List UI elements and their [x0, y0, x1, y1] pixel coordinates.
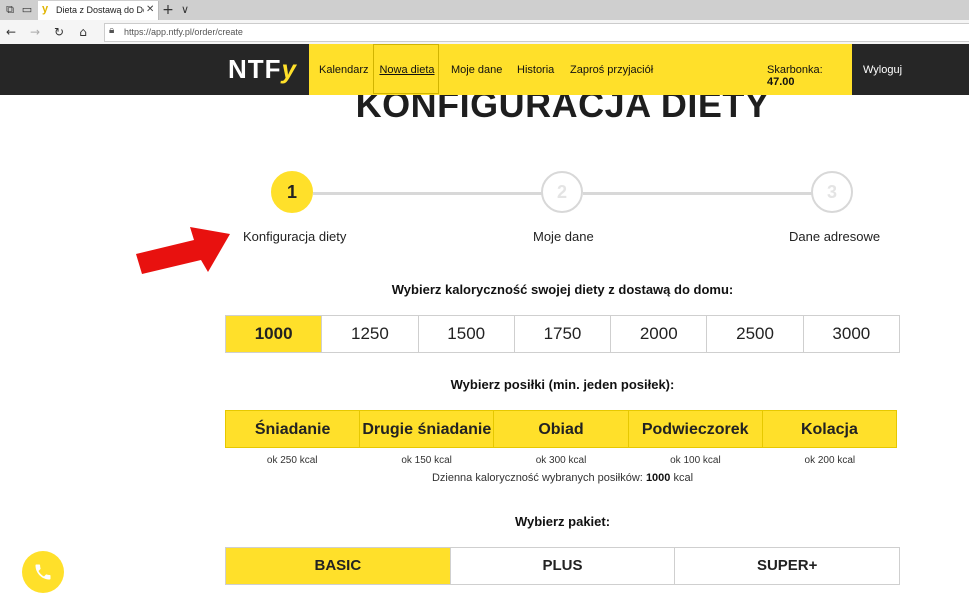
- nav-kalendarz[interactable]: Kalendarz: [319, 64, 369, 76]
- nav-zapros[interactable]: Zaproś przyjaciół: [570, 64, 653, 76]
- daily-calories-value: 1000: [645, 472, 671, 484]
- daily-calories-label: Dzienna kaloryczność wybranych posiłków:: [431, 472, 643, 484]
- meal-kcal: ok 300 kcal: [535, 455, 587, 466]
- calorie-option-2000[interactable]: 2000: [611, 316, 708, 352]
- page-title-wrap: KONFIGURACJA DIETY: [0, 95, 969, 135]
- daily-calories-unit: kcal: [673, 472, 694, 484]
- browser-tab-bar: ⧉ ▭ y Dieta z Dostawą do Dor ✕ + ∨: [0, 0, 969, 20]
- meal-sniadanie[interactable]: Śniadanie: [226, 411, 361, 447]
- meal-kcal: ok 150 kcal: [401, 455, 452, 466]
- url-text: https://app.ntfy.pl/order/create: [124, 27, 243, 37]
- step-2-circle: 2: [541, 171, 583, 213]
- package-super-plus[interactable]: SUPER+: [675, 548, 899, 584]
- phone-icon: [35, 564, 51, 580]
- new-tab-icon[interactable]: +: [161, 3, 175, 17]
- tab-actions-icon[interactable]: ⧉: [3, 3, 17, 17]
- meal-kcal: ok 200 kcal: [804, 455, 856, 466]
- site-header: NTFy Kalendarz Nowa dieta Moje dane Hist…: [0, 44, 969, 95]
- home-icon[interactable]: ⌂: [75, 24, 91, 40]
- logo[interactable]: NTFy: [228, 54, 297, 85]
- forward-icon[interactable]: →: [27, 24, 43, 40]
- logo-main: NTF: [228, 54, 282, 84]
- browser-tab[interactable]: y Dieta z Dostawą do Dor ✕: [38, 1, 159, 20]
- back-icon[interactable]: ←: [3, 24, 19, 40]
- calorie-heading: Wybierz kaloryczność swojej diety z dost…: [391, 282, 734, 297]
- calorie-option-1000[interactable]: 1000: [226, 316, 323, 352]
- nav-nowa-dieta[interactable]: Nowa dieta: [373, 44, 439, 94]
- skarbonka: Skarbonka: 47.00: [767, 64, 852, 88]
- tab-menu-icon[interactable]: ∨: [178, 3, 192, 17]
- calorie-option-2500[interactable]: 2500: [707, 316, 804, 352]
- step-3-circle: 3: [811, 171, 853, 213]
- calorie-option-1750[interactable]: 1750: [515, 316, 612, 352]
- meal-obiad[interactable]: Obiad: [494, 411, 629, 447]
- logout-link[interactable]: Wyloguj: [863, 64, 902, 76]
- skarbonka-label: Skarbonka:: [767, 64, 823, 76]
- package-basic[interactable]: BASIC: [226, 548, 451, 584]
- calorie-option-3000[interactable]: 3000: [804, 316, 899, 352]
- close-tab-icon[interactable]: ✕: [146, 4, 154, 15]
- meal-podwieczorek[interactable]: Podwieczorek: [629, 411, 763, 447]
- red-arrow-icon: [136, 227, 230, 274]
- refresh-icon[interactable]: ↻: [51, 24, 67, 40]
- nav-nowa-dieta-label: Nowa dieta: [379, 64, 435, 76]
- favicon-icon: y: [42, 3, 49, 15]
- tab-title: Dieta z Dostawą do Dor: [56, 5, 144, 15]
- meal-drugie-sniadanie[interactable]: Drugie śniadanie: [360, 411, 495, 447]
- lock-icon: 🔒︎: [109, 25, 115, 36]
- main-nav: Kalendarz Nowa dieta Moje dane Historia …: [309, 44, 852, 95]
- step-1-circle: 1: [271, 171, 313, 213]
- calorie-options: 1000 1250 1500 1750 2000 2500 3000: [225, 315, 900, 353]
- daily-calories: Dzienna kaloryczność wybranych posiłków:…: [0, 472, 969, 484]
- page-title: KONFIGURACJA DIETY: [355, 95, 770, 125]
- calorie-option-1500[interactable]: 1500: [419, 316, 515, 352]
- meals-heading: Wybierz posiłki (min. jeden posiłek):: [450, 377, 675, 392]
- nav-moje-dane[interactable]: Moje dane: [451, 64, 502, 76]
- meal-kcal-row: ok 250 kcal ok 150 kcal ok 300 kcal ok 1…: [225, 455, 897, 466]
- meal-options: Śniadanie Drugie śniadanie Obiad Podwiec…: [225, 410, 897, 448]
- step-connector: [313, 192, 543, 195]
- step-3-label: Dane adresowe: [789, 229, 881, 244]
- url-field[interactable]: 🔒︎ https://app.ntfy.pl/order/create: [104, 23, 969, 42]
- meal-kcal: ok 100 kcal: [670, 455, 721, 466]
- step-connector: [583, 192, 813, 195]
- package-heading: Wybierz pakiet:: [514, 514, 611, 529]
- meal-kcal: ok 250 kcal: [266, 455, 318, 466]
- nav-historia[interactable]: Historia: [517, 64, 554, 76]
- package-options: BASIC PLUS SUPER+: [225, 547, 900, 585]
- skarbonka-value: 47.00: [767, 76, 795, 88]
- phone-call-button[interactable]: [22, 551, 64, 593]
- meal-kolacja[interactable]: Kolacja: [763, 411, 896, 447]
- tab-preview-icon[interactable]: ▭: [20, 3, 34, 17]
- calorie-option-1250[interactable]: 1250: [322, 316, 419, 352]
- step-1-label: Konfiguracja diety: [243, 229, 347, 244]
- package-plus[interactable]: PLUS: [451, 548, 676, 584]
- logo-accent: y: [281, 54, 298, 84]
- step-2-label: Moje dane: [533, 229, 594, 244]
- address-bar-row: ← → ↻ ⌂ 🔒︎ https://app.ntfy.pl/order/cre…: [0, 20, 969, 45]
